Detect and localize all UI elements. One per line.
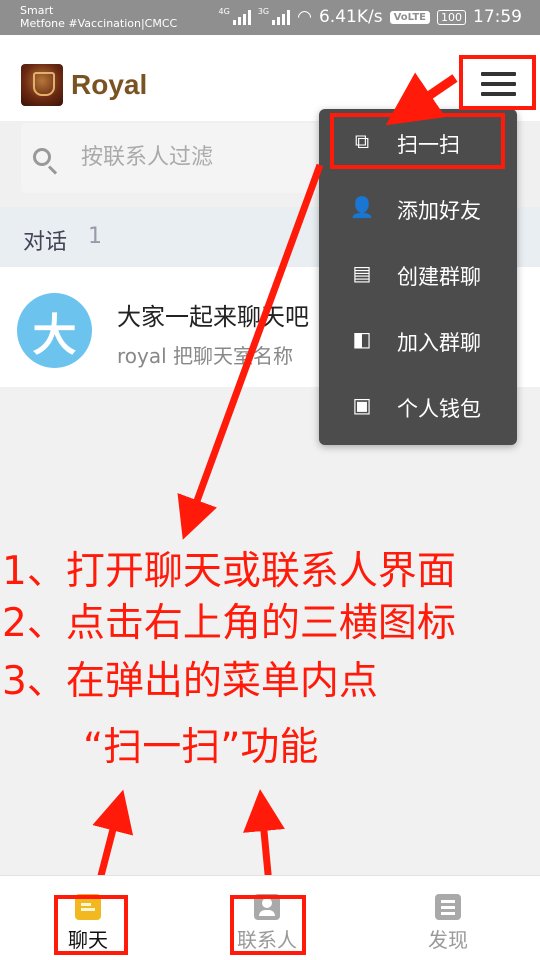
chat-tab-highlight-box [54,895,128,955]
contacts-tab-highlight-box [230,895,306,955]
search-bar[interactable] [21,123,321,193]
discover-icon [435,894,461,920]
menu-item-join-group[interactable]: ◧ 加入群聊 [319,307,517,373]
signal-icon [232,9,251,25]
search-input[interactable] [81,139,321,175]
instruction-line-2: 2、点击右上角的三横图标 [2,601,456,646]
network-speed: 6.41K/s [318,7,383,27]
menu-item-add-friend[interactable]: 👤 添加好友 [319,175,517,241]
volte-badge: VoLTE [389,10,430,24]
scan-highlight-box [330,113,505,169]
avatar: 大 [17,293,92,368]
clock: 17:59 [473,7,522,27]
menu-item-create-group[interactable]: ▤ 创建群聊 [319,241,517,307]
menu-highlight-box [459,55,536,110]
app-logo [21,64,63,106]
instruction-line-3: 3、在弹出的菜单内点 [2,659,378,704]
instruction-line-4: “扫一扫”功能 [83,725,319,770]
menu-item-wallet[interactable]: ▣ 个人钱包 [319,373,517,439]
signal-icon-2 [272,9,291,25]
carrier-subtitle: Metfone #Vaccination|CMCC [20,17,178,30]
wifi-icon: ◠ [297,7,312,27]
status-bar: Smart Metfone #Vaccination|CMCC 4G 3G ◠ … [0,0,540,35]
join-group-icon: ◧ [352,327,372,351]
menu-item-label: 加入群聊 [397,331,481,355]
instruction-line-1: 1、打开聊天或联系人界面 [2,549,456,594]
search-icon [33,148,51,166]
add-friend-icon: 👤 [349,195,375,219]
carrier-name: Smart [20,4,54,17]
battery-icon: 100 [437,9,466,25]
carrier-info: Smart Metfone #Vaccination|CMCC [20,4,177,30]
menu-item-label: 个人钱包 [397,397,481,421]
create-group-icon: ▤ [352,261,372,285]
conversation-title: 大家一起来聊天吧 [117,303,309,331]
wallet-icon: ▣ [352,393,372,417]
tab-discover-label: 发现 [428,928,468,952]
tab-discover[interactable]: 发现 [388,876,508,960]
section-count: 1 [88,224,102,249]
network-type-1: 4G [218,6,230,16]
conversation-preview: royal 把聊天室名称 [117,344,294,368]
section-title: 对话 [23,230,68,255]
network-type-2: 3G [257,6,270,16]
app-title: Royal [71,69,148,100]
menu-item-label: 添加好友 [397,199,481,223]
menu-item-label: 创建群聊 [397,265,481,289]
status-indicators: 4G 3G ◠ 6.41K/s VoLTE 100 17:59 [218,6,522,28]
